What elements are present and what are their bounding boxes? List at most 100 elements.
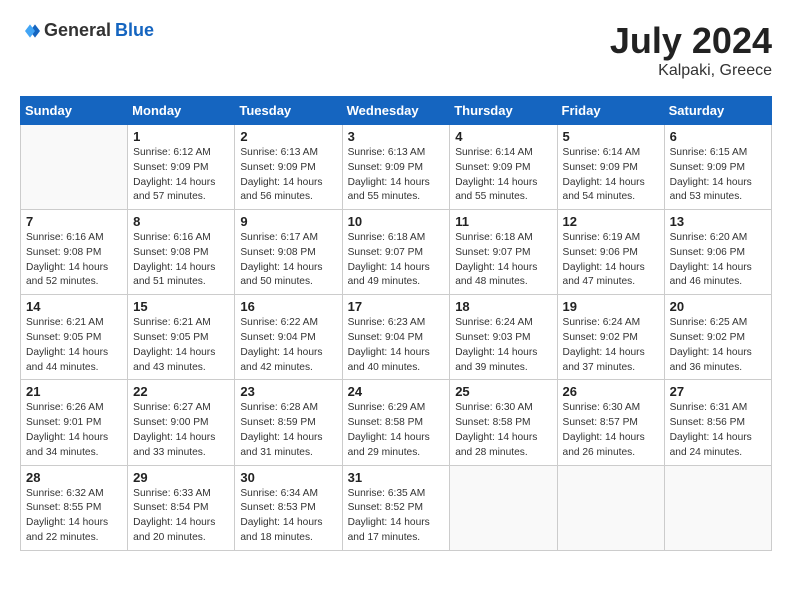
day-info: Sunrise: 6:18 AMSunset: 9:07 PMDaylight:… [455,231,551,290]
calendar-day-cell: 21Sunrise: 6:26 AMSunset: 9:01 PMDayligh… [21,380,128,465]
day-number: 7 [26,214,122,229]
calendar-day-cell: 27 Sunrise: 6:31 AMSunset: 8:56 PMDayligh… [664,380,771,465]
day-info: Sunrise: 6:15 AMSunset: 9:09 PMDaylight:… [670,146,766,205]
calendar-day-cell [664,465,771,550]
day-number: 6 [670,129,766,144]
header-sunday: Sunday [21,97,128,125]
header-thursday: Thursday [450,97,557,125]
calendar-day-cell: 10 Sunrise: 6:18 AMSunset: 9:07 PMDayligh… [342,210,450,295]
day-number: 12 [563,214,659,229]
day-info: Sunrise: 6:28 AMSunset: 8:59 PMDaylight:… [240,401,336,460]
calendar-day-cell: 4 Sunrise: 6:14 AMSunset: 9:09 PMDaylight… [450,125,557,210]
day-number: 4 [455,129,551,144]
day-info: Sunrise: 6:23 AMSunset: 9:04 PMDaylight:… [348,316,445,375]
calendar-day-cell: 12 Sunrise: 6:19 AMSunset: 9:06 PMDayligh… [557,210,664,295]
header-tuesday: Tuesday [235,97,342,125]
day-info: Sunrise: 6:20 AMSunset: 9:06 PMDaylight:… [670,231,766,290]
day-number: 10 [348,214,445,229]
calendar-week-row: 1 Sunrise: 6:12 AMSunset: 9:09 PMDaylight… [21,125,772,210]
calendar-day-cell: 26Sunrise: 6:30 AMSunset: 8:57 PMDayligh… [557,380,664,465]
day-number: 18 [455,299,551,314]
calendar-day-cell [21,125,128,210]
day-info: Sunrise: 6:14 AMSunset: 9:09 PMDaylight:… [455,146,551,205]
calendar-day-cell: 14 Sunrise: 6:21 AMSunset: 9:05 PMDayligh… [21,295,128,380]
logo-blue: Blue [115,20,154,41]
calendar-day-cell: 25Sunrise: 6:30 AMSunset: 8:58 PMDayligh… [450,380,557,465]
header-monday: Monday [128,97,235,125]
day-number: 24 [348,384,445,399]
day-info: Sunrise: 6:24 AMSunset: 9:02 PMDaylight:… [563,316,659,375]
title-block: July 2024 Kalpaki, Greece [610,20,772,80]
calendar-day-cell [557,465,664,550]
calendar-day-cell: 17 Sunrise: 6:23 AMSunset: 9:04 PMDayligh… [342,295,450,380]
day-info: Sunrise: 6:21 AMSunset: 9:05 PMDaylight:… [133,316,229,375]
calendar-table: Sunday Monday Tuesday Wednesday Thursday… [20,96,772,551]
day-info: Sunrise: 6:16 AMSunset: 9:08 PMDaylight:… [26,231,122,290]
day-number: 3 [348,129,445,144]
day-info: Sunrise: 6:19 AMSunset: 9:06 PMDaylight:… [563,231,659,290]
day-number: 15 [133,299,229,314]
calendar-day-cell: 20 Sunrise: 6:25 AMSunset: 9:02 PMDayligh… [664,295,771,380]
calendar-day-cell: 8Sunrise: 6:16 AMSunset: 9:08 PMDaylight… [128,210,235,295]
day-info: Sunrise: 6:31 AMSunset: 8:56 PMDaylight:… [670,401,766,460]
day-info: Sunrise: 6:27 AMSunset: 9:00 PMDaylight:… [133,401,229,460]
calendar-day-cell: 18 Sunrise: 6:24 AMSunset: 9:03 PMDayligh… [450,295,557,380]
calendar-day-cell: 19 Sunrise: 6:24 AMSunset: 9:02 PMDayligh… [557,295,664,380]
calendar-day-cell: 2Sunrise: 6:13 AMSunset: 9:09 PMDaylight… [235,125,342,210]
day-info: Sunrise: 6:13 AMSunset: 9:09 PMDaylight:… [240,146,336,205]
day-number: 19 [563,299,659,314]
calendar-day-cell: 31 Sunrise: 6:35 AMSunset: 8:52 PMDayligh… [342,465,450,550]
day-info: Sunrise: 6:35 AMSunset: 8:52 PMDaylight:… [348,487,445,546]
day-info: Sunrise: 6:29 AMSunset: 8:58 PMDaylight:… [348,401,445,460]
day-info: Sunrise: 6:33 AMSunset: 8:54 PMDaylight:… [133,487,229,546]
logo: GeneralBlue [20,20,154,41]
header-saturday: Saturday [664,97,771,125]
calendar-day-cell: 6 Sunrise: 6:15 AMSunset: 9:09 PMDaylight… [664,125,771,210]
day-info: Sunrise: 6:32 AMSunset: 8:55 PMDaylight:… [26,487,122,546]
calendar-week-row: 7 Sunrise: 6:16 AMSunset: 9:08 PMDaylight… [21,210,772,295]
day-number: 16 [240,299,336,314]
day-number: 27 [670,384,766,399]
day-number: 14 [26,299,122,314]
day-info: Sunrise: 6:13 AMSunset: 9:09 PMDaylight:… [348,146,445,205]
calendar-day-cell: 24 Sunrise: 6:29 AMSunset: 8:58 PMDayligh… [342,380,450,465]
calendar-day-cell: 11 Sunrise: 6:18 AMSunset: 9:07 PMDayligh… [450,210,557,295]
day-info: Sunrise: 6:18 AMSunset: 9:07 PMDaylight:… [348,231,445,290]
logo-general: General [44,20,111,41]
calendar-week-row: 14 Sunrise: 6:21 AMSunset: 9:05 PMDayligh… [21,295,772,380]
day-number: 11 [455,214,551,229]
day-number: 5 [563,129,659,144]
weekday-header-row: Sunday Monday Tuesday Wednesday Thursday… [21,97,772,125]
header-friday: Friday [557,97,664,125]
page-header: GeneralBlue July 2024 Kalpaki, Greece [20,20,772,80]
day-info: Sunrise: 6:21 AMSunset: 9:05 PMDaylight:… [26,316,122,375]
calendar-day-cell: 22Sunrise: 6:27 AMSunset: 9:00 PMDayligh… [128,380,235,465]
day-number: 25 [455,384,551,399]
day-info: Sunrise: 6:30 AMSunset: 8:57 PMDaylight:… [563,401,659,460]
day-number: 13 [670,214,766,229]
header-wednesday: Wednesday [342,97,450,125]
day-number: 28 [26,470,122,485]
day-number: 8 [133,214,229,229]
day-number: 31 [348,470,445,485]
calendar-week-row: 28 Sunrise: 6:32 AMSunset: 8:55 PMDayligh… [21,465,772,550]
calendar-day-cell: 23Sunrise: 6:28 AMSunset: 8:59 PMDayligh… [235,380,342,465]
day-number: 20 [670,299,766,314]
day-number: 17 [348,299,445,314]
day-info: Sunrise: 6:22 AMSunset: 9:04 PMDaylight:… [240,316,336,375]
day-info: Sunrise: 6:25 AMSunset: 9:02 PMDaylight:… [670,316,766,375]
day-info: Sunrise: 6:12 AMSunset: 9:09 PMDaylight:… [133,146,229,205]
day-info: Sunrise: 6:24 AMSunset: 9:03 PMDaylight:… [455,316,551,375]
day-number: 29 [133,470,229,485]
calendar-day-cell: 15 Sunrise: 6:21 AMSunset: 9:05 PMDayligh… [128,295,235,380]
day-number: 1 [133,129,229,144]
calendar-day-cell: 1 Sunrise: 6:12 AMSunset: 9:09 PMDaylight… [128,125,235,210]
calendar-title: July 2024 [610,20,772,62]
calendar-day-cell: 3 Sunrise: 6:13 AMSunset: 9:09 PMDaylight… [342,125,450,210]
calendar-day-cell: 30Sunrise: 6:34 AMSunset: 8:53 PMDayligh… [235,465,342,550]
day-info: Sunrise: 6:34 AMSunset: 8:53 PMDaylight:… [240,487,336,546]
calendar-location: Kalpaki, Greece [610,62,772,80]
day-info: Sunrise: 6:14 AMSunset: 9:09 PMDaylight:… [563,146,659,205]
calendar-day-cell: 16 Sunrise: 6:22 AMSunset: 9:04 PMDayligh… [235,295,342,380]
calendar-day-cell: 29 Sunrise: 6:33 AMSunset: 8:54 PMDayligh… [128,465,235,550]
